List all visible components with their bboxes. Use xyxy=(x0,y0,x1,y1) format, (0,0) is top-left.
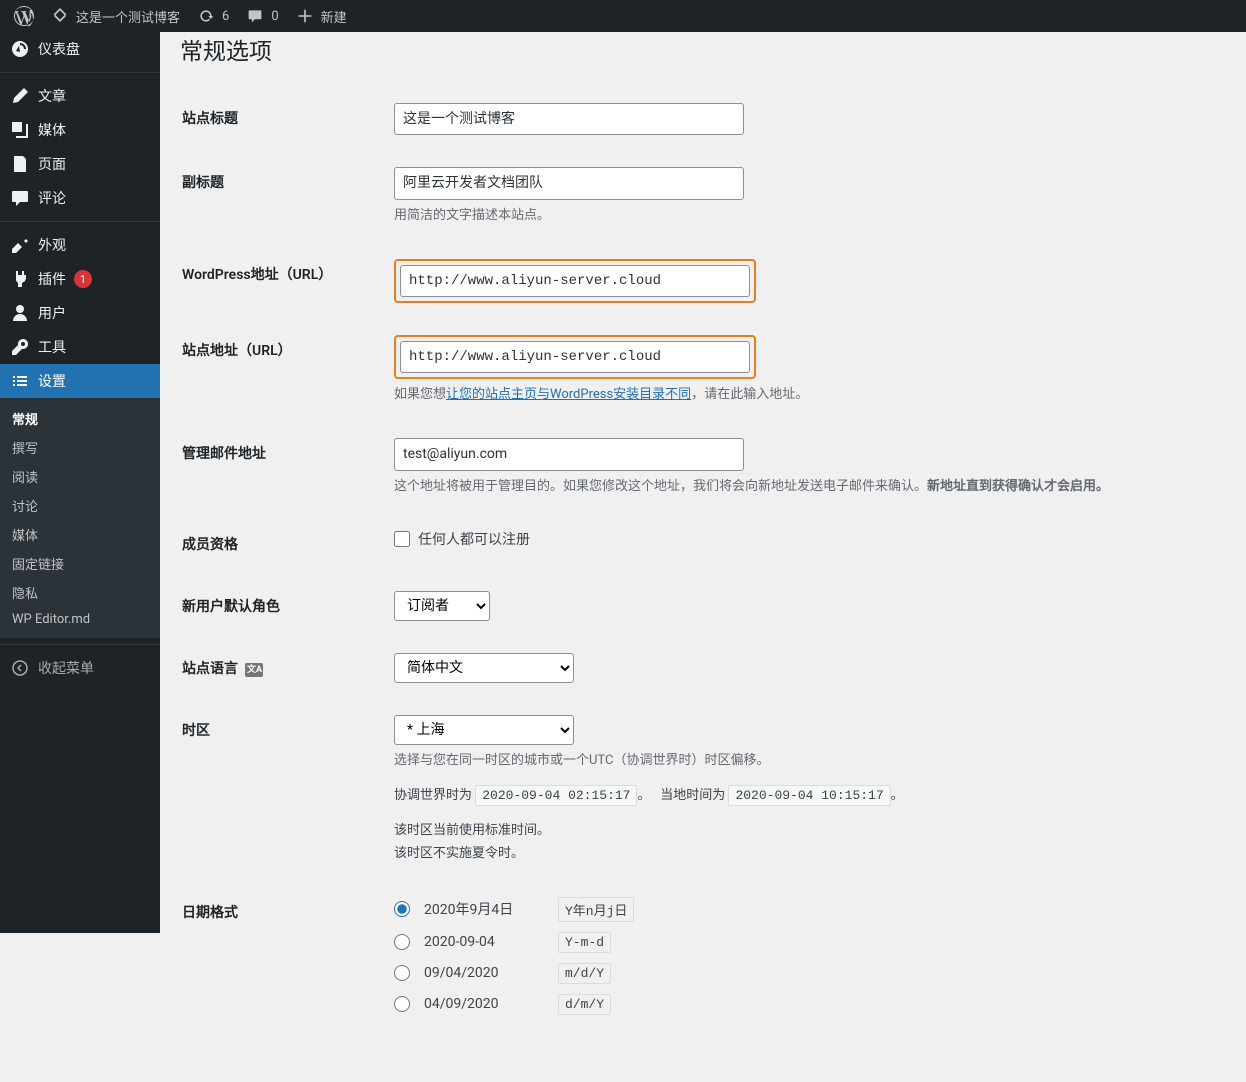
wpurl-highlight xyxy=(394,259,756,303)
menu-settings[interactable]: 设置 xyxy=(0,364,160,398)
utc-time: 2020-09-04 02:15:17 xyxy=(475,785,637,806)
membership-checkbox-label[interactable]: 任何人都可以注册 xyxy=(394,529,1214,549)
plugins-badge: 1 xyxy=(74,270,92,288)
sub-reading[interactable]: 阅读 xyxy=(0,462,160,491)
admin-bar: 这是一个测试博客 6 0 新建 xyxy=(0,0,1246,32)
menu-appearance[interactable]: 外观 xyxy=(0,228,160,262)
date-format-label: 日期格式 xyxy=(182,882,382,1040)
menu-dashboard[interactable]: 仪表盘 xyxy=(0,32,160,66)
wp-logo[interactable] xyxy=(6,0,42,32)
blogdesc-input[interactable] xyxy=(394,167,744,199)
admin-email-desc: 这个地址将被用于管理目的。如果您修改这个地址，我们将会向新地址发送电子邮件来确认… xyxy=(394,477,1214,498)
menu-users[interactable]: 用户 xyxy=(0,296,160,330)
menu-pages[interactable]: 页面 xyxy=(0,147,160,181)
timezone-desc: 选择与您在同一时区的城市或一个UTC（协调世界时）时区偏移。 xyxy=(394,751,1214,772)
updates-link[interactable]: 6 xyxy=(188,0,237,32)
date-radio-0[interactable] xyxy=(394,901,410,917)
comments-link[interactable]: 0 xyxy=(237,0,286,32)
site-name: 这是一个测试博客 xyxy=(76,7,180,26)
wpurl-input[interactable] xyxy=(400,265,750,297)
main-content: 常规选项 站点标题 副标题 用简洁的文字描述本站点。 WordPress地址（U… xyxy=(160,32,1246,1082)
sub-media[interactable]: 媒体 xyxy=(0,520,160,549)
siteurl-desc: 如果您想让您的站点主页与WordPress安装目录不同，请在此输入地址。 xyxy=(394,385,1214,406)
admin-email-input[interactable] xyxy=(394,438,744,470)
default-role-select[interactable]: 订阅者 xyxy=(394,591,490,621)
date-radio-3[interactable] xyxy=(394,996,410,1012)
date-radio-1[interactable] xyxy=(394,934,410,950)
menu-tools[interactable]: 工具 xyxy=(0,330,160,364)
updates-count: 6 xyxy=(222,9,229,24)
membership-checkbox[interactable] xyxy=(394,531,410,547)
blogname-label: 站点标题 xyxy=(182,88,382,150)
site-link[interactable]: 这是一个测试博客 xyxy=(42,0,188,32)
sub-privacy[interactable]: 隐私 xyxy=(0,578,160,607)
date-option-1[interactable]: 2020-09-04Y-m-d xyxy=(394,932,1214,953)
membership-label: 成员资格 xyxy=(182,514,382,574)
menu-plugins[interactable]: 插件1 xyxy=(0,262,160,296)
language-select[interactable]: 简体中文 xyxy=(394,653,574,683)
menu-comments[interactable]: 评论 xyxy=(0,181,160,215)
timezone-label: 时区 xyxy=(182,700,382,879)
language-label: 站点语言 文A xyxy=(182,638,382,698)
date-option-3[interactable]: 04/09/2020d/m/Y xyxy=(394,994,1214,1015)
siteurl-help-link[interactable]: 让您的站点主页与WordPress安装目录不同 xyxy=(446,387,691,402)
date-option-0[interactable]: 2020年9月4日Y年n月j日 xyxy=(394,897,1214,922)
blogname-input[interactable] xyxy=(394,103,744,135)
wpurl-label: WordPress地址（URL） xyxy=(182,244,382,318)
local-time: 2020-09-04 10:15:17 xyxy=(728,785,890,806)
siteurl-label: 站点地址（URL） xyxy=(182,320,382,421)
new-content-link[interactable]: 新建 xyxy=(287,0,355,32)
sub-permalinks[interactable]: 固定链接 xyxy=(0,549,160,578)
new-label: 新建 xyxy=(321,7,347,26)
timezone-select[interactable]: * 上海 xyxy=(394,715,574,745)
default-role-label: 新用户默认角色 xyxy=(182,576,382,636)
page-heading: 常规选项 xyxy=(180,32,1226,70)
collapse-menu[interactable]: 收起菜单 xyxy=(0,651,160,685)
admin-email-label: 管理邮件地址 xyxy=(182,423,382,512)
blogdesc-label: 副标题 xyxy=(182,152,382,241)
menu-media[interactable]: 媒体 xyxy=(0,113,160,147)
admin-sidebar: 仪表盘 文章 媒体 页面 评论 外观 插件1 用户 工具 设置 常规 撰写 阅读… xyxy=(0,32,160,933)
comments-count: 0 xyxy=(271,9,278,24)
date-radio-2[interactable] xyxy=(394,965,410,981)
blogdesc-desc: 用简洁的文字描述本站点。 xyxy=(394,206,1214,227)
sub-general[interactable]: 常规 xyxy=(0,404,160,433)
sub-writing[interactable]: 撰写 xyxy=(0,433,160,462)
siteurl-input[interactable] xyxy=(400,341,750,373)
sub-discussion[interactable]: 讨论 xyxy=(0,491,160,520)
siteurl-highlight xyxy=(394,335,756,379)
date-option-2[interactable]: 09/04/2020m/d/Y xyxy=(394,963,1214,984)
sub-wpeditor[interactable]: WP Editor.md xyxy=(0,607,160,632)
translate-icon: 文A xyxy=(245,663,263,677)
menu-posts[interactable]: 文章 xyxy=(0,79,160,113)
settings-submenu: 常规 撰写 阅读 讨论 媒体 固定链接 隐私 WP Editor.md xyxy=(0,398,160,638)
